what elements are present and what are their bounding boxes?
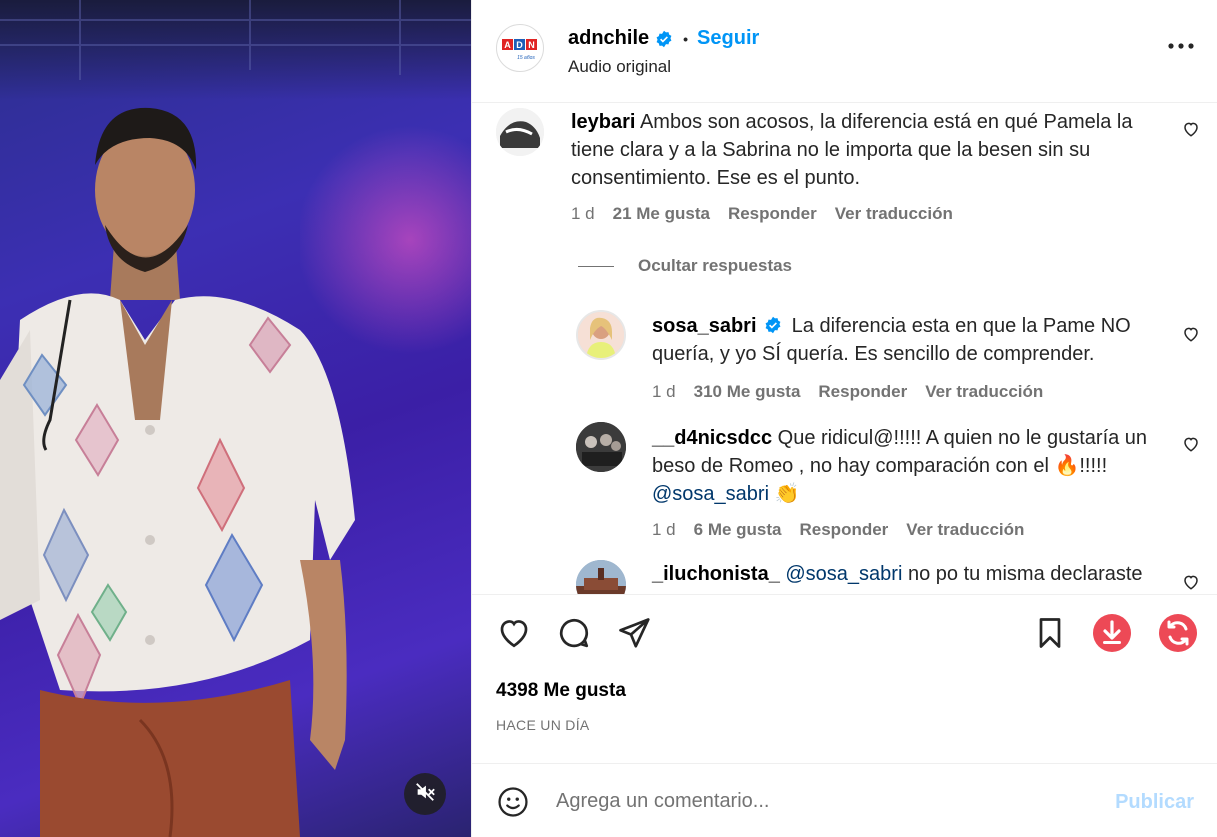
reply-button[interactable]: Responder xyxy=(800,520,889,540)
comments-list[interactable]: leybari Ambos son acosos, la diferencia … xyxy=(472,104,1217,594)
comment-body: leybari Ambos son acosos, la diferencia … xyxy=(571,108,1151,192)
reply-username[interactable]: _iluchonista_ xyxy=(652,563,780,585)
like-comment-button[interactable] xyxy=(1182,120,1200,143)
post-header: A D N 15 años adnchile • Seguir Audio or… xyxy=(472,0,1217,103)
more-icon xyxy=(1168,36,1194,53)
download-button[interactable] xyxy=(1092,613,1132,658)
comment-username[interactable]: leybari xyxy=(571,111,635,133)
reply-age[interactable]: 1 d xyxy=(652,382,676,402)
post-likes[interactable]: 4398 Me gusta xyxy=(496,680,626,702)
reply-avatar[interactable] xyxy=(576,560,626,594)
post-timestamp[interactable]: HACE UN DÍA xyxy=(496,717,590,733)
share-icon xyxy=(616,618,652,655)
reply-button[interactable]: Responder xyxy=(728,204,817,224)
reply-text: no po tu misma declaraste xyxy=(907,563,1143,585)
bookmark-icon xyxy=(1032,618,1068,655)
hide-replies-button[interactable]: Ocultar respuestas xyxy=(578,256,792,276)
svg-text:N: N xyxy=(528,40,535,50)
mute-icon xyxy=(414,781,436,808)
like-reply-button[interactable] xyxy=(1182,435,1200,458)
reply-meta: 1 d 310 Me gusta Responder Ver traducció… xyxy=(652,382,1061,402)
like-reply-button[interactable] xyxy=(1182,573,1200,594)
translate-button[interactable]: Ver traducción xyxy=(925,382,1043,402)
svg-text:D: D xyxy=(516,40,523,50)
reply-likes[interactable]: 6 Me gusta xyxy=(694,520,782,540)
comment-text: Ambos son acosos, la diferencia está en … xyxy=(571,111,1133,189)
comment-age[interactable]: 1 d xyxy=(571,204,595,224)
reply-username[interactable]: sosa_sabri xyxy=(652,315,757,337)
refresh-button[interactable] xyxy=(1158,613,1198,658)
mute-button[interactable] xyxy=(404,773,446,815)
author-avatar[interactable]: A D N 15 años xyxy=(496,24,544,72)
reply-avatar[interactable] xyxy=(576,422,626,472)
translate-button[interactable]: Ver traducción xyxy=(906,520,1024,540)
svg-text:A: A xyxy=(504,40,511,50)
divider-line xyxy=(578,265,614,267)
download-icon xyxy=(1092,614,1132,657)
post-actions xyxy=(472,594,1217,664)
reply-username[interactable]: __d4nicsdcc xyxy=(652,427,772,449)
heart-icon xyxy=(496,620,532,655)
heart-icon xyxy=(1182,437,1200,457)
post-details-panel: A D N 15 años adnchile • Seguir Audio or… xyxy=(471,0,1217,837)
translate-button[interactable]: Ver traducción xyxy=(835,204,953,224)
commenter-avatar[interactable] xyxy=(496,108,544,156)
like-post-button[interactable] xyxy=(496,615,532,656)
reply-avatar[interactable] xyxy=(576,310,626,360)
comment-likes[interactable]: 21 Me gusta xyxy=(613,204,710,224)
heart-icon xyxy=(1182,327,1200,347)
reply-body: __d4nicsdcc Que ridicul@!!!!! A quien no… xyxy=(652,424,1172,508)
clap-emoji: 👏 xyxy=(774,483,800,505)
reply-body: _iluchonista_ @sosa_sabri no po tu misma… xyxy=(652,560,1172,588)
refresh-icon xyxy=(1158,614,1198,657)
audio-label[interactable]: Audio original xyxy=(568,57,671,77)
comment-meta: 1 d 21 Me gusta Responder Ver traducción xyxy=(571,204,971,224)
reply-mention[interactable]: @sosa_sabri xyxy=(652,483,769,505)
comment-button[interactable] xyxy=(556,615,592,656)
verified-icon xyxy=(655,30,673,48)
follow-button[interactable]: Seguir xyxy=(697,27,759,50)
share-button[interactable] xyxy=(616,615,652,656)
author-username[interactable]: adnchile xyxy=(568,27,649,50)
comment-icon xyxy=(556,618,592,655)
performer-image xyxy=(0,0,471,837)
more-options-button[interactable] xyxy=(1168,36,1194,54)
hide-replies-label: Ocultar respuestas xyxy=(638,256,793,275)
publish-button[interactable]: Publicar xyxy=(1115,791,1194,814)
reply-meta: 1 d 6 Me gusta Responder Ver traducción xyxy=(652,520,1042,540)
comment-composer: Publicar xyxy=(472,763,1217,837)
reply-age[interactable]: 1 d xyxy=(652,520,676,540)
post-media[interactable] xyxy=(0,0,471,837)
verified-icon xyxy=(764,316,782,334)
reply-mention[interactable]: @sosa_sabri xyxy=(785,563,902,585)
emoji-icon xyxy=(496,787,530,823)
svg-text:15 años: 15 años xyxy=(517,55,535,61)
reply-body: sosa_sabri La diferencia esta en que la … xyxy=(652,312,1172,368)
heart-icon xyxy=(1182,575,1200,594)
like-reply-button[interactable] xyxy=(1182,325,1200,348)
save-button[interactable] xyxy=(1032,615,1068,656)
separator-dot: • xyxy=(683,30,689,47)
comment-input[interactable] xyxy=(556,784,1076,818)
heart-icon xyxy=(1182,122,1200,142)
emoji-picker-button[interactable] xyxy=(496,785,530,824)
reply-button[interactable]: Responder xyxy=(818,382,907,402)
reply-likes[interactable]: 310 Me gusta xyxy=(694,382,801,402)
